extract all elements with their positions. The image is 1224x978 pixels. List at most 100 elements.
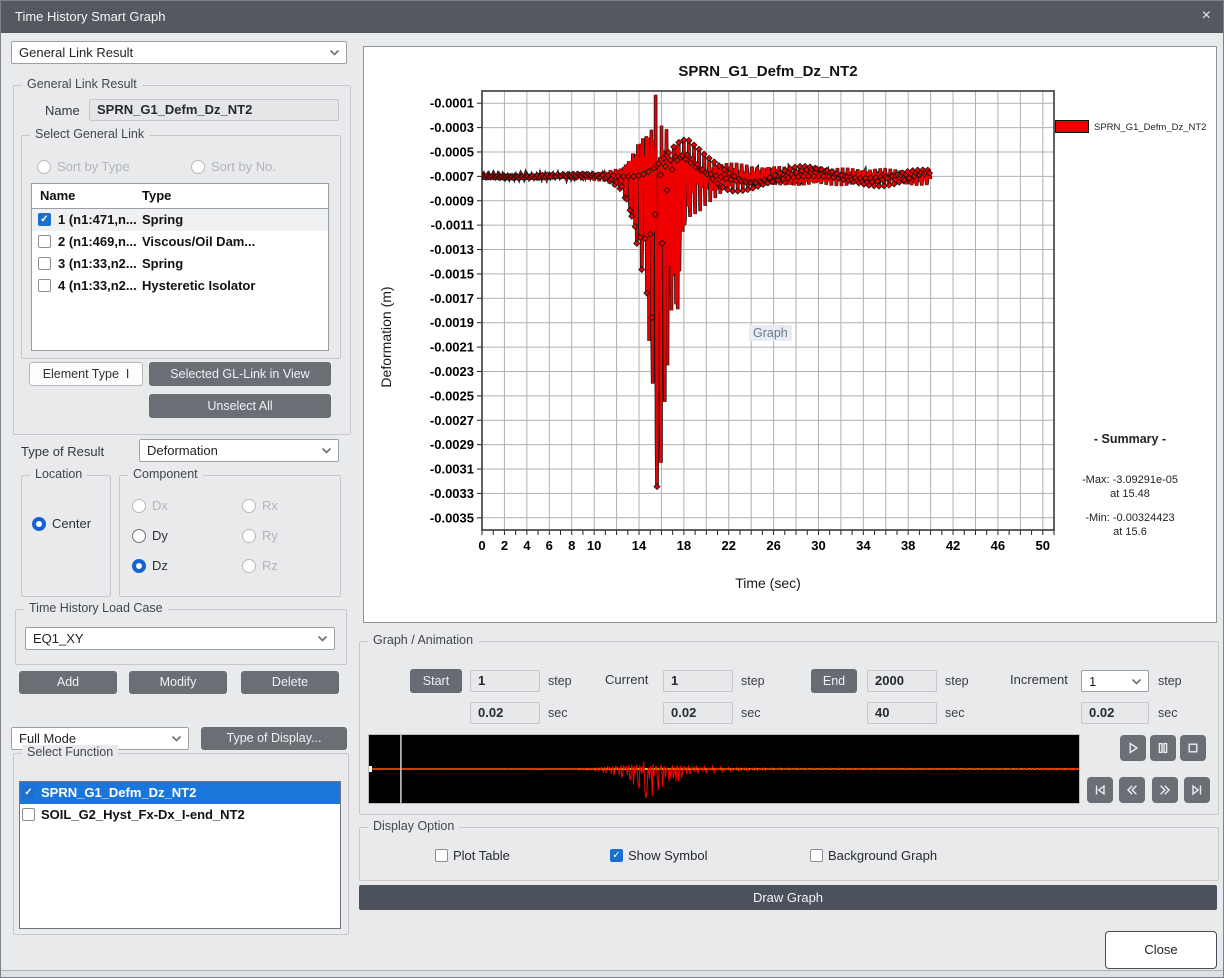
gl-link-row[interactable]: 2 (n1:469,n...Viscous/Oil Dam...: [32, 231, 328, 253]
checkbox-icon: ✓: [610, 849, 623, 862]
svg-text:-0.0003: -0.0003: [430, 120, 474, 135]
start-sec-field[interactable]: 0.02: [470, 702, 540, 724]
svg-text:38: 38: [901, 538, 915, 553]
increment-step-unit: step: [1158, 674, 1182, 688]
row-checkbox[interactable]: ✓: [38, 213, 51, 226]
gl-link-name: 2 (n1:469,n...: [58, 234, 137, 249]
draw-graph-button[interactable]: Draw Graph: [359, 885, 1217, 910]
svg-text:-0.0035: -0.0035: [430, 510, 474, 525]
chevron-down-icon: [321, 446, 332, 455]
subgroup-title: Select General Link: [30, 127, 149, 141]
animation-preview-strip[interactable]: [368, 734, 1080, 804]
current-sec-field[interactable]: 0.02: [663, 702, 733, 724]
end-button[interactable]: End: [811, 669, 857, 693]
radio-icon: [32, 517, 46, 531]
element-type-button[interactable]: Element Type I: [29, 362, 143, 386]
general-link-table[interactable]: Name Type ✓1 (n1:471,n...Spring2 (n1:469…: [31, 183, 329, 351]
increment-sec-field[interactable]: 0.02: [1081, 702, 1149, 724]
close-icon[interactable]: ×: [1202, 7, 1211, 25]
component-label: Dx: [152, 498, 168, 513]
summary-max-at: at 15.48: [1042, 487, 1218, 501]
chevron-down-icon: [317, 634, 328, 643]
summary-block: - Summary - -Max: -3.09291e-05 at 15.48 …: [1042, 432, 1218, 539]
play-button[interactable]: [1120, 735, 1146, 761]
load-case-dropdown[interactable]: EQ1_XY: [25, 627, 335, 650]
radio-icon: [132, 529, 146, 543]
x-axis-label: Time (sec): [482, 575, 1054, 591]
svg-text:14: 14: [632, 538, 647, 553]
row-checkbox[interactable]: [38, 279, 51, 292]
location-center-radio[interactable]: Center: [32, 516, 91, 531]
svg-text:-0.0021: -0.0021: [430, 340, 474, 355]
checkbox-icon: [435, 849, 448, 862]
start-step-field[interactable]: 1: [470, 670, 540, 692]
summary-min: -Min: -0.00324423: [1042, 511, 1218, 525]
modify-button[interactable]: Modify: [129, 671, 227, 694]
gl-link-row[interactable]: ✓1 (n1:471,n...Spring: [32, 209, 328, 231]
center-label: Center: [52, 516, 91, 531]
delete-button[interactable]: Delete: [241, 671, 339, 694]
current-step-field[interactable]: 1: [663, 670, 733, 692]
start-button[interactable]: Start: [410, 669, 462, 693]
radio-icon: [132, 559, 146, 573]
add-button[interactable]: Add: [19, 671, 117, 694]
gl-link-type: Spring: [142, 212, 183, 227]
gl-link-row[interactable]: 3 (n1:33,n2...Spring: [32, 253, 328, 275]
column-header-type: Type: [142, 188, 171, 203]
legend: SPRN_G1_Defm_Dz_NT2: [1055, 117, 1215, 141]
unselect-all-button[interactable]: Unselect All: [149, 394, 331, 418]
increment-label: Increment: [1010, 672, 1068, 687]
svg-text:-0.0013: -0.0013: [430, 242, 474, 257]
current-step-unit: step: [741, 674, 765, 688]
component-radio-dz[interactable]: Dz: [132, 558, 242, 573]
fast-forward-button[interactable]: [1152, 777, 1178, 803]
function-label: SPRN_G1_Defm_Dz_NT2: [41, 785, 196, 800]
name-label: Name: [45, 103, 80, 118]
skip-end-button[interactable]: [1184, 777, 1210, 803]
row-checkbox[interactable]: [38, 235, 51, 248]
svg-text:-0.0001: -0.0001: [430, 96, 474, 111]
svg-text:30: 30: [811, 538, 825, 553]
end-step-field[interactable]: 2000: [867, 670, 937, 692]
display-option-background-graph[interactable]: Background Graph: [810, 848, 937, 863]
stop-button[interactable]: [1180, 735, 1206, 761]
display-option-plot-table[interactable]: Plot Table: [435, 848, 510, 863]
component-radio-dy[interactable]: Dy: [132, 528, 242, 543]
skip-start-icon: [1092, 782, 1108, 798]
function-item[interactable]: ✓ SPRN_G1_Defm_Dz_NT2: [20, 782, 340, 804]
function-checkbox[interactable]: ✓: [22, 786, 35, 799]
svg-text:-0.0029: -0.0029: [430, 437, 474, 452]
display-option-group: Display Option Plot Table✓Show SymbolBac…: [359, 827, 1219, 881]
svg-text:-0.0019: -0.0019: [430, 315, 474, 330]
component-radio-rz: Rz: [242, 558, 332, 573]
pause-button[interactable]: [1150, 735, 1176, 761]
chart-title: SPRN_G1_Defm_Dz_NT2: [482, 63, 1054, 80]
selected-gl-link-button[interactable]: Selected GL-Link in View: [149, 362, 331, 386]
skip-start-button[interactable]: [1087, 777, 1113, 803]
svg-text:-0.0023: -0.0023: [430, 364, 474, 379]
end-sec-field[interactable]: 40: [867, 702, 937, 724]
rewind-button[interactable]: [1119, 777, 1145, 803]
row-checkbox[interactable]: [38, 257, 51, 270]
type-of-result-dropdown[interactable]: Deformation: [139, 439, 339, 462]
function-checkbox[interactable]: [22, 808, 35, 821]
window-title: Time History Smart Graph: [15, 9, 166, 24]
gl-link-row[interactable]: 4 (n1:33,n2...Hysteretic Isolator: [32, 275, 328, 297]
component-radio-ry: Ry: [242, 528, 332, 543]
close-button[interactable]: Close: [1105, 931, 1217, 969]
display-option-show-symbol[interactable]: ✓Show Symbol: [610, 848, 707, 863]
increment-step-value: 1: [1089, 674, 1096, 689]
chevron-down-icon: [1131, 677, 1142, 686]
increment-step-dropdown[interactable]: 1: [1081, 670, 1149, 692]
function-item[interactable]: SOIL_G2_Hyst_Fx-Dx_I-end_NT2: [20, 804, 340, 826]
component-title: Component: [128, 467, 203, 481]
type-of-display-button[interactable]: Type of Display...: [201, 727, 347, 750]
function-list[interactable]: ✓ SPRN_G1_Defm_Dz_NT2 SOIL_G2_Hyst_Fx-Dx_I…: [19, 781, 341, 929]
result-type-dropdown[interactable]: General Link Result: [11, 41, 347, 64]
y-axis-label: Deformation (m): [378, 272, 394, 402]
component-radio-rx: Rx: [242, 498, 332, 513]
component-group: Component DxRxDyRyDzRz: [119, 475, 341, 597]
graph-animation-title: Graph / Animation: [368, 633, 478, 647]
svg-text:10: 10: [587, 538, 601, 553]
gl-link-type: Spring: [142, 256, 183, 271]
